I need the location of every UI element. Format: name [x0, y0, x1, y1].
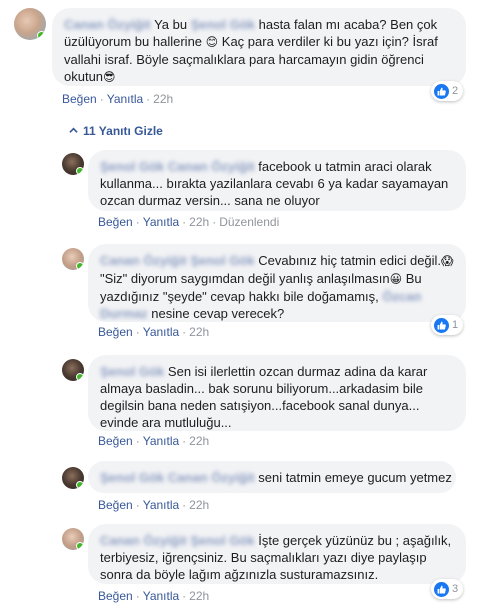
reply-1: Canan Özyiğit Şenol Gök Cevabınız hiç ta…: [0, 240, 502, 345]
mention[interactable]: Canan Özyiğit: [168, 159, 255, 174]
separator: ·: [99, 92, 104, 106]
reply-button[interactable]: Yanıtla: [143, 589, 179, 603]
like-icon: [434, 317, 449, 333]
like-button[interactable]: Beğen: [98, 498, 133, 512]
reply-bubble: Şenol Gök Sen isi ilerlettin ozcan durma…: [88, 355, 466, 431]
reply-actions: Beğen · Yanıtla · 22h: [98, 589, 209, 603]
comment-actions: Beğen · Yanıtla · 22h: [62, 92, 173, 106]
reply-button[interactable]: Yanıtla: [143, 498, 179, 512]
avatar[interactable]: [62, 467, 84, 489]
smile-emoji-icon: 😊: [205, 35, 219, 49]
like-icon: [434, 83, 449, 99]
separator: ·: [135, 434, 140, 448]
reply-0: Şenol Gök Canan Özyiğit facebook u tatmi…: [0, 145, 502, 235]
separator: ·: [212, 215, 217, 229]
avatar[interactable]: [14, 8, 46, 40]
comment-0: Canan Özyiğit Ya bu Şenol Gök hasta fala…: [0, 0, 502, 115]
reply-actions: Beğen · Yanıtla · 22h: [98, 434, 209, 448]
timestamp[interactable]: 22h: [153, 92, 173, 106]
reply-author[interactable]: Şenol Gök: [100, 364, 164, 379]
comment-text: Ya bu: [154, 17, 191, 32]
timestamp[interactable]: 22h: [189, 325, 209, 339]
reply-author[interactable]: Canan Özyiğit: [100, 533, 187, 548]
chevron-up-icon: [69, 127, 78, 133]
reply-author[interactable]: Canan Özyiğit: [100, 253, 187, 268]
online-dot-icon: [76, 167, 84, 175]
reply-text: nesine cevap verecek?: [147, 306, 285, 321]
reply-text: "Siz" diyorum saygımdan değil yanlış anl…: [100, 271, 390, 286]
mention[interactable]: Canan Özyiğit: [168, 470, 255, 485]
reply-text: Cevabınız hiç tatmin edici değil.: [258, 253, 442, 268]
reply-actions: Beğen · Yanıtla · 22h: [98, 325, 209, 339]
reply-4: Canan Özyiğit Şenol Gök İşte gerçek yüzü…: [0, 518, 502, 609]
reaction-count: 1: [452, 319, 459, 331]
reply-2: Şenol Gök Sen isi ilerlettin ozcan durma…: [0, 349, 502, 454]
separator: ·: [182, 589, 187, 603]
reply-bubble: Şenol Gök Canan Özyiğit seni tatmin emey…: [88, 461, 456, 493]
reply-button[interactable]: Yanıtla: [143, 434, 179, 448]
reply-author[interactable]: Şenol Gök: [100, 470, 164, 485]
comment-bubble: Canan Özyiğit Ya bu Şenol Gök hasta fala…: [52, 8, 466, 86]
reply-bubble: Şenol Gök Canan Özyiğit facebook u tatmi…: [88, 150, 466, 211]
online-dot-icon: [76, 542, 84, 550]
reply-button[interactable]: Yanıtla: [107, 92, 143, 106]
reply-button[interactable]: Yanıtla: [143, 215, 179, 229]
reply-bubble: Canan Özyiğit Şenol Gök Cevabınız hiç ta…: [88, 244, 466, 322]
mention[interactable]: Şenol Gök: [190, 253, 254, 268]
avatar[interactable]: [62, 248, 84, 270]
timestamp[interactable]: 22h: [189, 498, 209, 512]
hide-replies-label: 11 Yanıtı Gizle: [83, 124, 163, 138]
timestamp[interactable]: 22h: [189, 434, 209, 448]
timestamp[interactable]: 22h: [189, 589, 209, 603]
reaction-count: 3: [452, 583, 459, 595]
mention[interactable]: Şenol Gök: [190, 533, 254, 548]
separator: ·: [146, 92, 151, 106]
online-dot-icon: [37, 31, 46, 40]
like-button[interactable]: Beğen: [98, 215, 133, 229]
separator: ·: [135, 589, 140, 603]
avatar[interactable]: [62, 359, 84, 381]
like-button[interactable]: Beğen: [62, 92, 97, 106]
separator: ·: [135, 498, 140, 512]
avatar[interactable]: [62, 528, 84, 550]
separator: ·: [182, 325, 187, 339]
avatar[interactable]: [62, 153, 84, 175]
reaction-count: 2: [452, 85, 459, 97]
separator: ·: [182, 498, 187, 512]
reply-button[interactable]: Yanıtla: [143, 325, 179, 339]
sunglasses-emoji-icon: 😎: [103, 70, 116, 84]
hide-replies-toggle[interactable]: 11 Yanıtı Gizle: [69, 124, 163, 138]
reaction-summary[interactable]: 1: [431, 315, 464, 335]
reply-text: seni tatmin emeye gucum yetmez: [258, 470, 452, 485]
reply-3: Şenol Gök Canan Özyiğit seni tatmin emey…: [0, 458, 502, 516]
online-dot-icon: [76, 262, 84, 270]
reply-actions: Beğen · Yanıtla · 22h: [98, 498, 209, 512]
separator: ·: [182, 434, 187, 448]
separator: ·: [135, 215, 140, 229]
reaction-summary[interactable]: 3: [431, 579, 464, 599]
online-dot-icon: [76, 373, 84, 381]
mention[interactable]: Şenol Gök: [191, 17, 255, 32]
timestamp[interactable]: 22h: [189, 215, 209, 229]
comment-author[interactable]: Canan Özyiğit: [64, 17, 151, 32]
separator: ·: [182, 215, 187, 229]
online-dot-icon: [76, 481, 84, 489]
like-button[interactable]: Beğen: [98, 589, 133, 603]
reply-author[interactable]: Şenol Gök: [100, 159, 164, 174]
scream-emoji-icon: 😱: [441, 254, 454, 268]
like-button[interactable]: Beğen: [98, 434, 133, 448]
reply-actions: Beğen · Yanıtla · 22h · Düzenlendi: [98, 215, 279, 229]
reply-bubble: Canan Özyiğit Şenol Gök İşte gerçek yüzü…: [88, 524, 466, 584]
separator: ·: [135, 325, 140, 339]
like-button[interactable]: Beğen: [98, 325, 133, 339]
grin-emoji-icon: 😀: [389, 272, 403, 286]
edited-label[interactable]: Düzenlendi: [219, 215, 279, 229]
like-icon: [434, 581, 449, 597]
reaction-summary[interactable]: 2: [431, 81, 464, 101]
